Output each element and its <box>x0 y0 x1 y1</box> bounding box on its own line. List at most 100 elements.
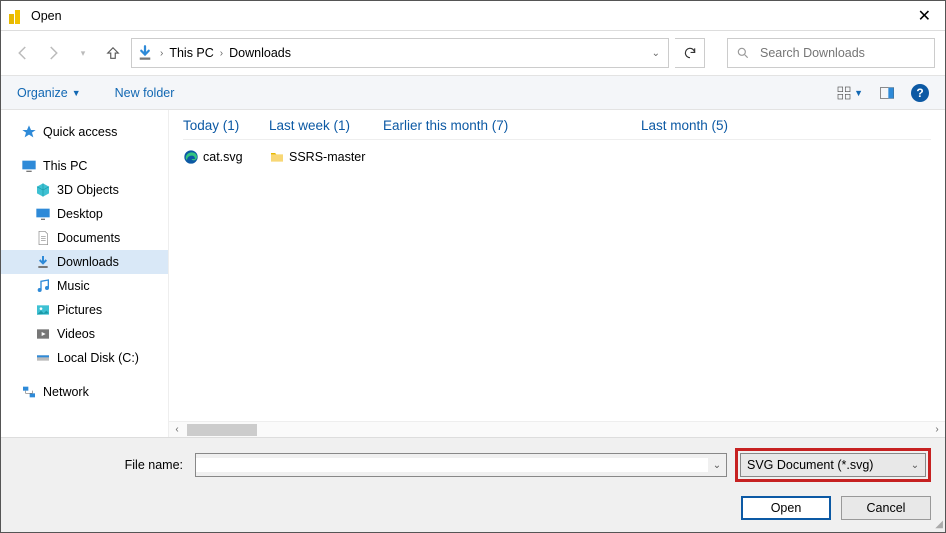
up-button[interactable] <box>101 41 125 65</box>
open-button[interactable]: Open <box>741 496 831 520</box>
sidebar-item-label: Videos <box>57 327 95 341</box>
chevron-down-icon[interactable]: ⌄ <box>652 48 664 59</box>
sidebar-this-pc[interactable]: This PC <box>1 154 168 178</box>
scroll-left-icon[interactable]: ‹ <box>169 424 185 435</box>
cancel-button[interactable]: Cancel <box>841 496 931 520</box>
sidebar-item-label: Music <box>57 279 90 293</box>
scroll-thumb[interactable] <box>187 424 257 436</box>
sidebar-documents[interactable]: Documents <box>1 226 168 250</box>
sidebar-item-label: Pictures <box>57 303 102 317</box>
help-button[interactable]: ? <box>911 84 929 102</box>
sidebar-local-disk[interactable]: Local Disk (C:) <box>1 346 168 370</box>
filter-label: SVG Document (*.svg) <box>747 458 873 472</box>
nav-sidebar: Quick access This PC 3D Objects Desktop … <box>1 110 169 437</box>
toolbar: Organize ▼ New folder ▼ ? <box>1 75 945 110</box>
footer: File name: ⌄ SVG Document (*.svg) ⌄ Open… <box>1 437 945 532</box>
group-header[interactable]: Today (1) <box>183 118 269 140</box>
file-item[interactable]: cat.svg <box>183 146 269 168</box>
organize-label: Organize <box>17 86 68 100</box>
sidebar-pictures[interactable]: Pictures <box>1 298 168 322</box>
back-button[interactable] <box>11 41 35 65</box>
breadcrumb-seg2[interactable]: Downloads <box>229 46 291 60</box>
arrow-left-icon <box>14 44 32 62</box>
sidebar-videos[interactable]: Videos <box>1 322 168 346</box>
refresh-button[interactable] <box>675 38 705 68</box>
filename-label: File name: <box>15 458 189 472</box>
organize-menu[interactable]: Organize ▼ <box>17 86 81 100</box>
chevron-down-icon: ▼ <box>72 88 81 98</box>
view-mode-button[interactable]: ▼ <box>836 85 863 101</box>
forward-button[interactable] <box>41 41 65 65</box>
sidebar-downloads[interactable]: Downloads <box>1 250 168 274</box>
search-input[interactable] <box>758 45 926 61</box>
file-name: SSRS-master <box>289 150 365 164</box>
sidebar-item-label: This PC <box>43 159 87 173</box>
file-item[interactable]: SSRS-master <box>269 146 383 168</box>
sidebar-item-label: Network <box>43 385 89 399</box>
app-icon <box>9 8 25 24</box>
refresh-icon <box>683 46 697 60</box>
preview-pane-button[interactable] <box>879 85 895 101</box>
videos-icon <box>35 326 51 342</box>
sidebar-item-label: Local Disk (C:) <box>57 351 139 365</box>
downloads-icon <box>136 44 154 62</box>
titlebar: Open ✕ <box>1 1 945 31</box>
window-title: Open <box>31 9 62 23</box>
folder-icon <box>269 149 285 165</box>
sidebar-quick-access[interactable]: Quick access <box>1 120 168 144</box>
filename-input[interactable] <box>196 458 708 472</box>
group-header[interactable]: Last week (1) <box>269 118 383 140</box>
document-icon <box>35 230 51 246</box>
close-icon[interactable]: ✕ <box>912 6 937 26</box>
downloads-icon <box>35 254 51 270</box>
search-icon <box>736 46 750 60</box>
network-icon <box>21 384 37 400</box>
open-dialog: Open ✕ ▾ › This PC › Downloads ⌄ <box>0 0 946 533</box>
filename-combobox[interactable]: ⌄ <box>195 453 727 477</box>
view-icon <box>836 85 852 101</box>
new-folder-button[interactable]: New folder <box>115 86 175 100</box>
file-group: Earlier this month (7) <box>383 118 641 168</box>
sidebar-item-label: 3D Objects <box>57 183 119 197</box>
sidebar-3d-objects[interactable]: 3D Objects <box>1 178 168 202</box>
group-header[interactable]: Last month (5) <box>641 118 931 140</box>
sidebar-item-label: Downloads <box>57 255 119 269</box>
file-list: Today (1) cat.svg Last week (1) SSRS-mas… <box>169 110 945 437</box>
sidebar-item-label: Documents <box>57 231 120 245</box>
scroll-right-icon[interactable]: › <box>929 424 945 435</box>
file-group: Today (1) cat.svg <box>183 118 269 168</box>
edge-icon <box>183 149 199 165</box>
sidebar-network[interactable]: Network <box>1 380 168 404</box>
drive-icon <box>35 350 51 366</box>
chevron-down-icon[interactable]: ⌄ <box>905 460 925 471</box>
cube-icon <box>35 182 51 198</box>
star-icon <box>21 124 37 140</box>
body: Quick access This PC 3D Objects Desktop … <box>1 110 945 437</box>
search-box[interactable] <box>727 38 935 68</box>
arrow-right-icon <box>44 44 62 62</box>
sidebar-item-label: Quick access <box>43 125 117 139</box>
horizontal-scrollbar[interactable]: ‹ › <box>169 421 945 437</box>
filetype-filter[interactable]: SVG Document (*.svg) ⌄ <box>740 453 926 477</box>
group-header[interactable]: Earlier this month (7) <box>383 118 641 140</box>
sidebar-music[interactable]: Music <box>1 274 168 298</box>
file-group: Last week (1) SSRS-master <box>269 118 383 168</box>
chevron-down-icon: ▼ <box>854 88 863 98</box>
address-bar[interactable]: › This PC › Downloads ⌄ <box>131 38 669 68</box>
chevron-right-icon: › <box>158 48 165 59</box>
recent-dropdown[interactable]: ▾ <box>71 41 95 65</box>
pictures-icon <box>35 302 51 318</box>
preview-pane-icon <box>879 85 895 101</box>
sidebar-desktop[interactable]: Desktop <box>1 202 168 226</box>
sidebar-item-label: Desktop <box>57 207 103 221</box>
file-group: Last month (5) <box>641 118 931 168</box>
desktop-icon <box>35 206 51 222</box>
breadcrumb-seg1[interactable]: This PC <box>169 46 213 60</box>
highlight-annotation: SVG Document (*.svg) ⌄ <box>735 448 931 482</box>
file-name: cat.svg <box>203 150 243 164</box>
nav-row: ▾ › This PC › Downloads ⌄ <box>1 31 945 75</box>
music-icon <box>35 278 51 294</box>
arrow-up-icon <box>104 44 122 62</box>
chevron-right-icon: › <box>218 48 225 59</box>
chevron-down-icon[interactable]: ⌄ <box>708 460 726 471</box>
